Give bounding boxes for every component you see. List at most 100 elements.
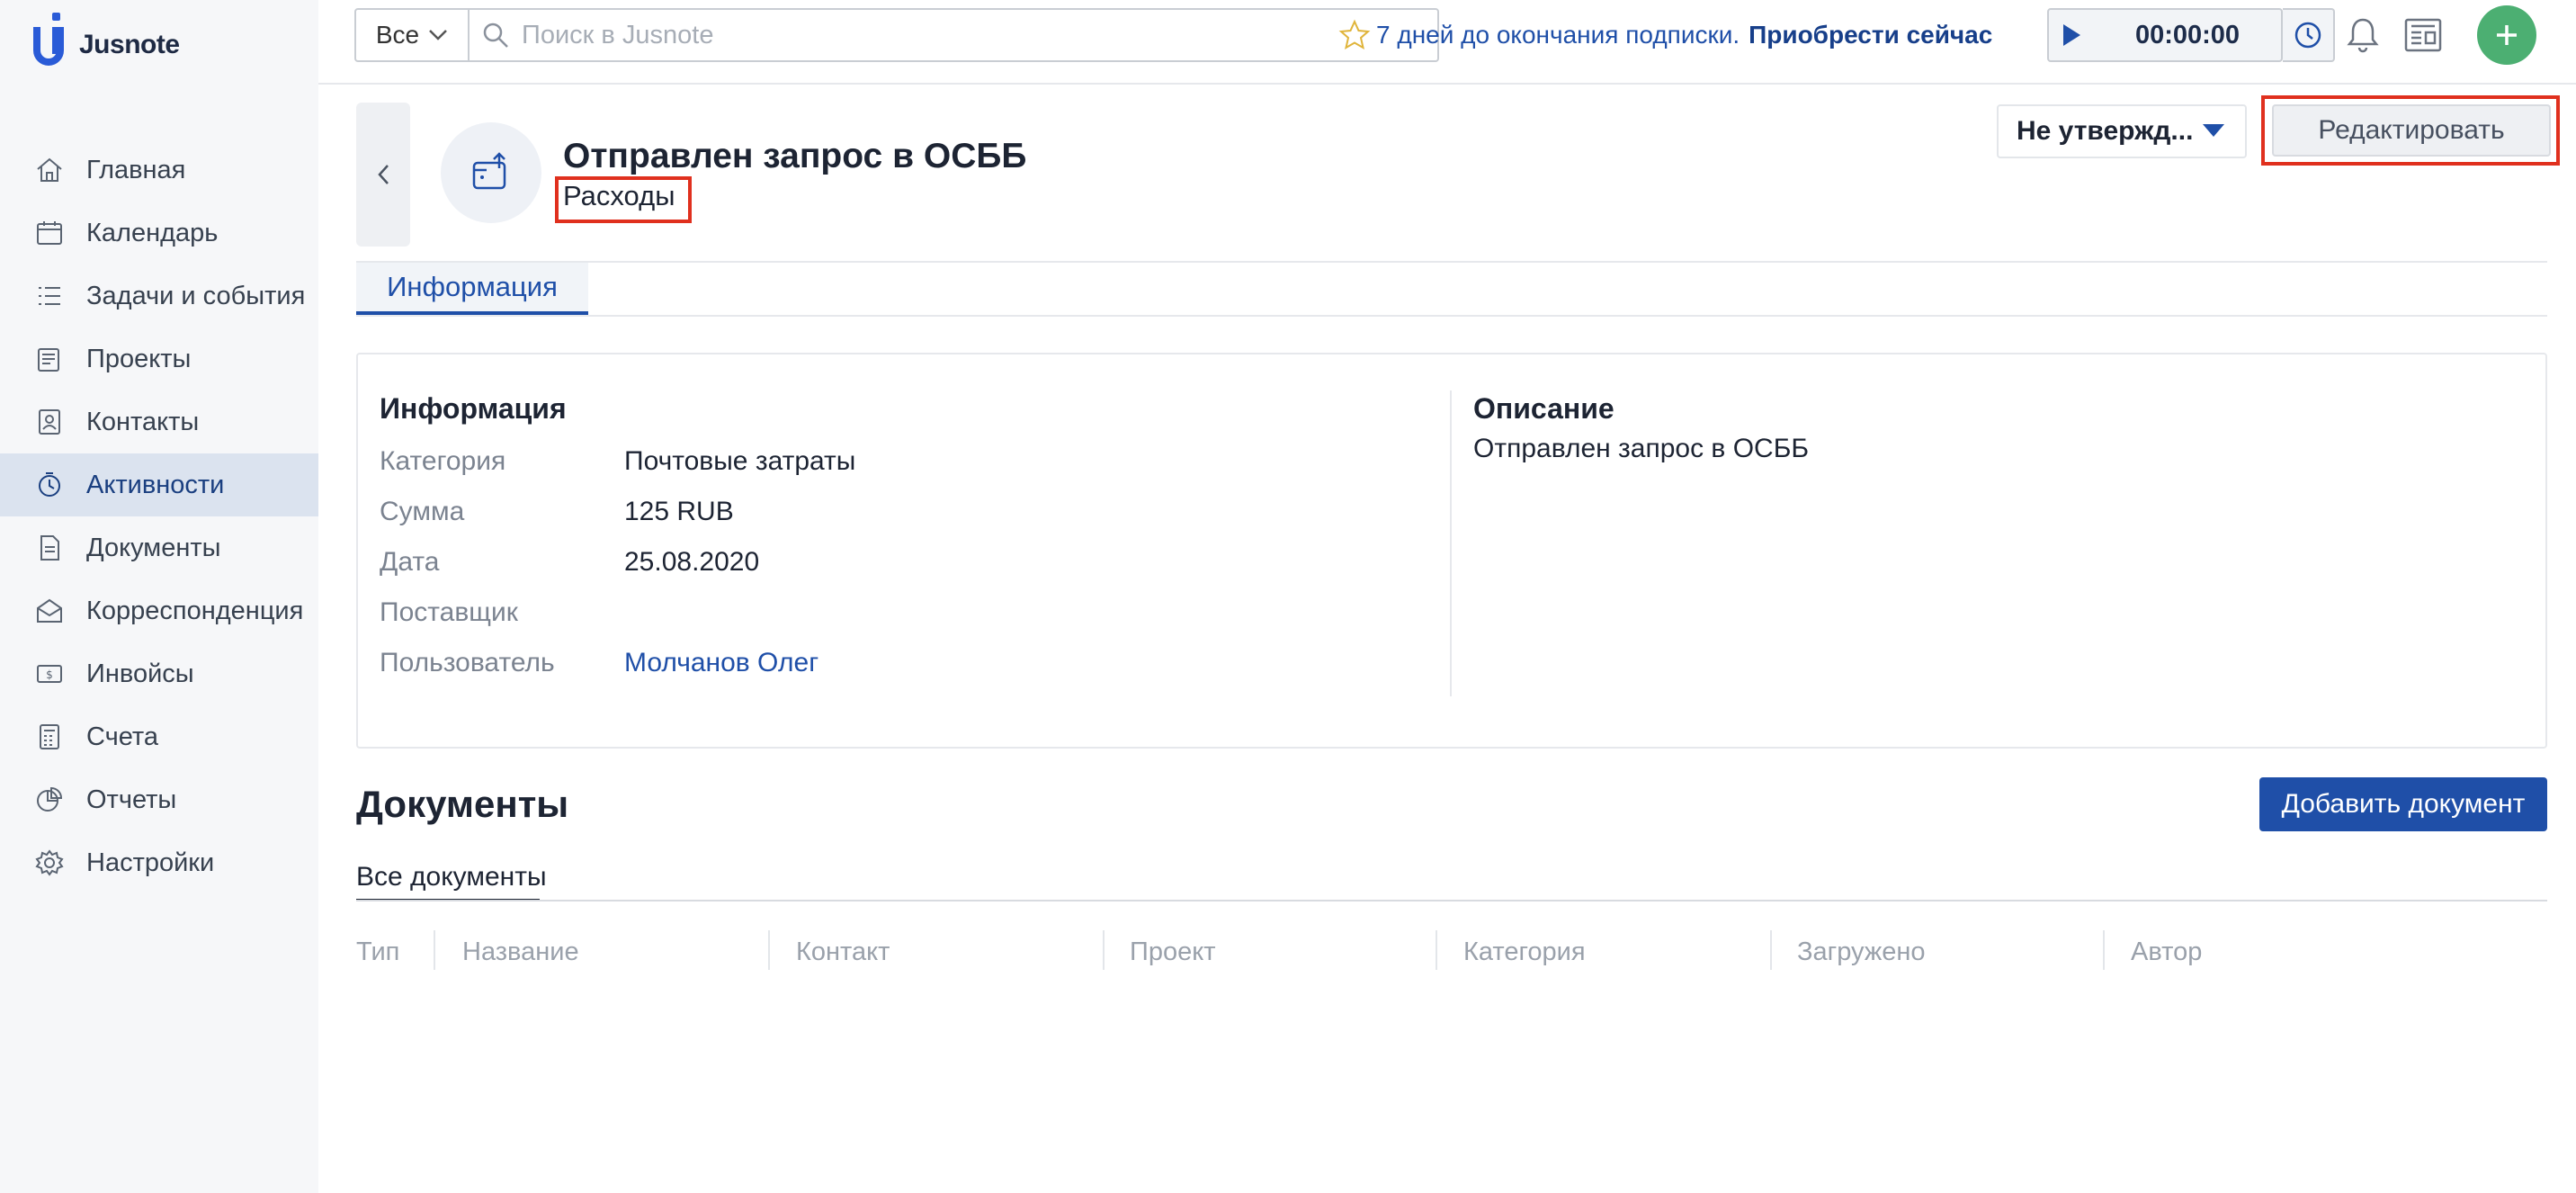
field-value-date: 25.08.2020 <box>624 547 760 577</box>
timer-value: 00:00:00 <box>2134 20 2241 49</box>
column-header-name[interactable]: Название <box>462 934 579 970</box>
sidebar-item-reports[interactable]: Отчеты <box>0 768 318 831</box>
divider <box>356 315 2547 317</box>
column-separator[interactable] <box>434 930 435 970</box>
edit-button[interactable]: Редактировать <box>2272 104 2551 157</box>
sidebar-item-accounts[interactable]: Счета <box>0 705 318 768</box>
svg-text:$: $ <box>46 668 53 681</box>
tab-information[interactable]: Информация <box>356 263 588 315</box>
search-scope-value: Все <box>375 21 420 49</box>
subscription-promo: 7 дней до окончания подписки. Приобрести… <box>1338 0 1992 70</box>
sidebar-item-invoices[interactable]: $ Инвойсы <box>0 642 318 705</box>
chevron-left-icon <box>378 165 389 184</box>
column-header-project[interactable]: Проект <box>1130 934 1216 970</box>
notifications-bell-icon[interactable] <box>2342 14 2384 56</box>
settings-icon <box>34 848 65 878</box>
field-label: Сумма <box>380 497 465 526</box>
field-label: Категория <box>380 446 506 476</box>
search-icon <box>483 22 508 48</box>
sidebar-item-label: Календарь <box>86 218 219 247</box>
tab-all-documents[interactable]: Все документы <box>356 855 547 901</box>
info-card: Информация Категория Почтовые затраты Су… <box>356 353 2547 749</box>
status-select[interactable]: Не утвержд... <box>1997 104 2247 158</box>
sidebar-item-contacts[interactable]: Контакты <box>0 390 318 453</box>
sidebar-item-label: Отчеты <box>86 785 177 814</box>
star-icon <box>1338 19 1371 50</box>
description-title: Описание <box>1473 392 1614 425</box>
page-title: Отправлен запрос в ОСББ <box>563 137 1027 175</box>
column-separator[interactable] <box>1436 930 1437 970</box>
sidebar-item-correspondence[interactable]: Корреспонденция <box>0 579 318 642</box>
sidebar-item-activities[interactable]: Активности <box>0 453 318 516</box>
calendar-icon <box>34 218 65 248</box>
documents-title: Документы <box>356 783 569 825</box>
divider <box>1450 390 1452 696</box>
accounts-icon <box>34 722 65 752</box>
column-header-type[interactable]: Тип <box>356 934 399 970</box>
documents-icon <box>34 533 65 563</box>
sidebar-item-label: Главная <box>86 155 186 184</box>
clock-history-icon <box>2294 22 2321 49</box>
sidebar-item-label: Задачи и события <box>86 281 306 310</box>
column-separator[interactable] <box>1103 930 1105 970</box>
sidebar-item-label: Корреспонденция <box>86 596 304 625</box>
field-label: Поставщик <box>380 597 518 627</box>
sidebar-item-documents[interactable]: Документы <box>0 516 318 579</box>
sidebar-item-label: Документы <box>86 533 221 562</box>
tasks-icon <box>34 281 65 311</box>
search-scope-select[interactable]: Все <box>356 10 470 60</box>
add-document-button[interactable]: Добавить документ <box>2259 777 2547 831</box>
sidebar-item-home[interactable]: Главная <box>0 139 318 202</box>
jusnote-logo-icon <box>33 13 64 66</box>
sidebar-item-tasks[interactable]: Задачи и события <box>0 265 318 327</box>
sidebar-item-label: Инвойсы <box>86 659 194 688</box>
sidebar-item-projects[interactable]: Проекты <box>0 327 318 390</box>
field-label: Дата <box>380 547 440 577</box>
invoices-icon: $ <box>34 659 65 689</box>
sidebar-item-settings[interactable]: Настройки <box>0 831 318 894</box>
sidebar-nav: Главная Календарь Задачи и события Проек… <box>0 139 318 894</box>
timer-history-button[interactable] <box>2283 8 2335 62</box>
expense-upload-icon <box>472 152 506 190</box>
sidebar-item-label: Счета <box>86 722 158 751</box>
field-value-category: Почтовые затраты <box>624 446 856 476</box>
info-section-title: Информация <box>380 392 567 425</box>
column-header-uploaded[interactable]: Загружено <box>1797 934 1926 970</box>
divider <box>356 900 2547 901</box>
sidebar-item-label: Проекты <box>86 344 192 373</box>
search-bar: Все <box>354 8 1439 62</box>
column-header-contact[interactable]: Контакт <box>796 934 890 970</box>
column-separator[interactable] <box>2103 930 2105 970</box>
divider <box>356 261 2547 263</box>
promo-text: 7 дней до окончания подписки. <box>1376 21 1740 49</box>
play-icon[interactable] <box>2049 23 2094 47</box>
buy-now-link[interactable]: Приобрести сейчас <box>1749 21 1992 49</box>
activities-icon <box>34 470 65 500</box>
news-icon[interactable] <box>2403 16 2443 54</box>
logo[interactable]: Jusnote <box>32 13 180 77</box>
status-value: Не утвержд... <box>2017 116 2194 146</box>
record-type-icon <box>441 122 541 223</box>
column-header-author[interactable]: Автор <box>2131 934 2202 970</box>
plus-icon <box>2497 25 2517 45</box>
description-text: Отправлен запрос в ОСББ <box>1473 434 1810 463</box>
page-subtitle: Расходы <box>563 180 675 211</box>
sidebar: Jusnote Главная Календарь Задачи и событ… <box>0 0 318 1193</box>
column-separator[interactable] <box>768 930 770 970</box>
search-input[interactable] <box>522 20 1331 50</box>
projects-icon <box>34 344 65 374</box>
correspondence-icon <box>34 596 65 626</box>
sidebar-item-label: Активности <box>86 470 225 499</box>
chevron-down-icon <box>429 30 448 40</box>
back-button[interactable] <box>356 103 410 247</box>
quick-add-button[interactable] <box>2477 5 2536 65</box>
sidebar-item-label: Настройки <box>86 848 215 877</box>
top-bar: Все 7 дней до окончания подписки. Приобр… <box>318 0 2576 85</box>
user-link[interactable]: Молчанов Олег <box>624 648 818 678</box>
sidebar-item-calendar[interactable]: Календарь <box>0 202 318 265</box>
column-separator[interactable] <box>1770 930 1772 970</box>
reports-icon <box>34 785 65 815</box>
field-label: Пользователь <box>380 648 555 677</box>
caret-down-icon <box>2203 124 2224 137</box>
column-header-category[interactable]: Категория <box>1463 934 1586 970</box>
